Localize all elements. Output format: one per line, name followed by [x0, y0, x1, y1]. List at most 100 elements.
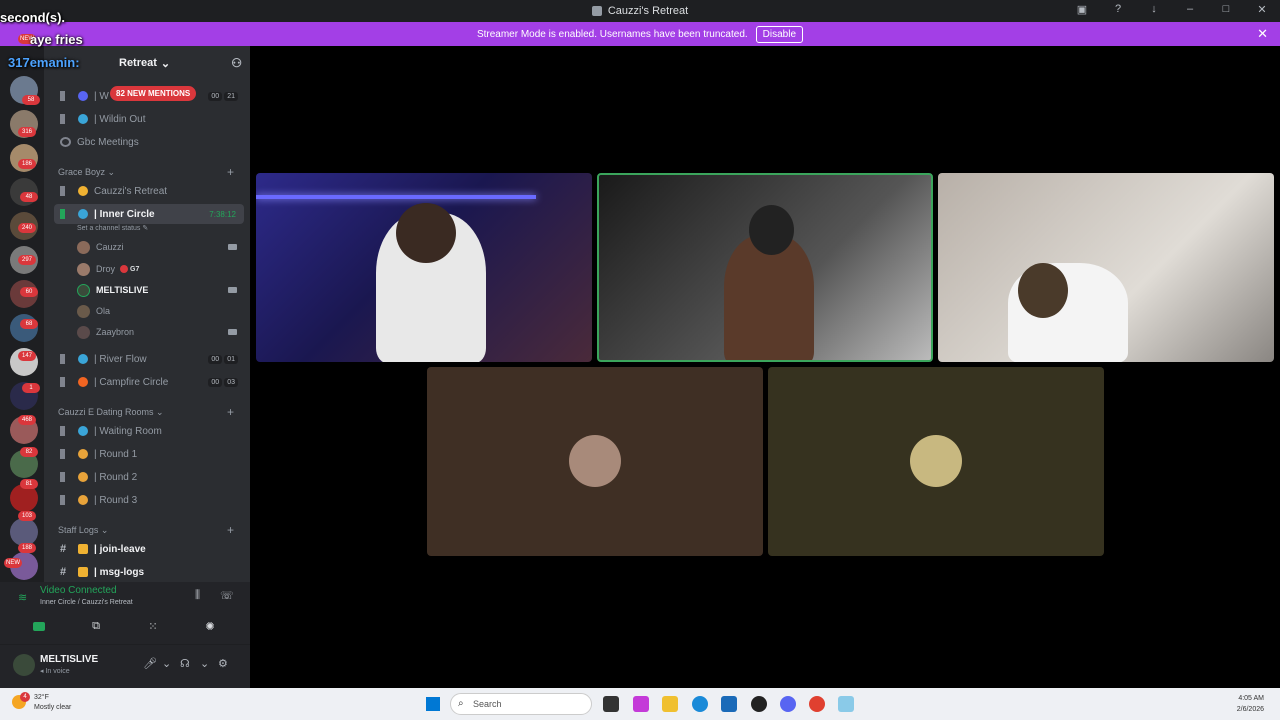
video-tile[interactable] [256, 173, 592, 362]
voice-channel[interactable]: | River Flow 00 01 [54, 349, 244, 369]
voice-member[interactable]: Ola [77, 302, 237, 320]
maximize-button[interactable]: □ [1218, 3, 1234, 16]
microphone-icon[interactable]: 🎤︎ [143, 657, 157, 670]
voice-channel[interactable]: Cauzzi's Retreat [54, 181, 244, 201]
add-channel-icon[interactable]: + [227, 405, 234, 419]
user-status-text: In voice [45, 668, 70, 675]
voice-channel[interactable]: | Campfire Circle 00 03 [54, 372, 244, 392]
voice-member[interactable]: Cauzzi [77, 238, 237, 256]
search-placeholder: Search [473, 699, 502, 709]
minimize-button[interactable]: – [1182, 3, 1198, 16]
chevron-down-icon[interactable]: ⌄ [200, 657, 209, 670]
hash-icon: # [60, 566, 67, 578]
close-button[interactable]: ✕ [1254, 3, 1270, 16]
voice-channel[interactable]: Gbc Meetings [54, 132, 244, 152]
rail-badge: 468 [18, 415, 36, 425]
discord-taskbar-icon[interactable] [780, 696, 796, 712]
activities-button[interactable]: ⁙ [130, 616, 176, 636]
avatar [77, 304, 90, 318]
count-limit: 03 [224, 377, 238, 387]
streamer-mode-banner: Streamer Mode is enabled. Usernames have… [0, 22, 1280, 46]
voice-channel[interactable]: | Waiting Room [54, 421, 244, 441]
status-icon [120, 265, 129, 273]
edge-icon[interactable] [692, 696, 708, 712]
weather-badge: 4 [20, 692, 30, 702]
screenshare-button[interactable]: ⧉ [73, 616, 119, 636]
disable-button[interactable]: Disable [755, 25, 804, 43]
user-name[interactable]: MELTISLIVE [40, 654, 98, 665]
chrome-icon[interactable] [809, 696, 825, 712]
audio-tile[interactable] [768, 367, 1104, 556]
voice-channel[interactable]: | Round 1 [54, 444, 244, 464]
channel-emoji-icon [78, 91, 88, 101]
channel-name: Gbc Meetings [77, 136, 139, 148]
video-tile-speaking[interactable] [597, 173, 933, 362]
disconnect-icon[interactable]: ☏ [220, 589, 234, 602]
text-channel[interactable]: # | msg-logs [54, 562, 244, 582]
taskbar-search[interactable]: ⌕ Search [450, 693, 592, 715]
discord-icon [591, 6, 602, 16]
channel-emoji-icon [78, 209, 88, 219]
voice-status[interactable]: Video Connected [40, 585, 117, 596]
text-channel[interactable]: # | join-leave [54, 539, 244, 559]
chevron-down-icon[interactable]: ⌄ [162, 657, 171, 670]
help-icon[interactable]: ? [1110, 3, 1126, 16]
title-bar-controls: ▣ ? ↓ – □ ✕ [1074, 3, 1270, 16]
add-channel-icon[interactable]: + [227, 165, 234, 179]
avatar [569, 435, 621, 487]
category-header[interactable]: Staff Logs ⌄ + [58, 523, 238, 539]
category-header[interactable]: Grace Boyz ⌄ + [58, 165, 238, 181]
obs-icon[interactable] [751, 696, 767, 712]
rail-badge: 60 [20, 287, 38, 297]
overlay-line-1: second(s). [0, 10, 66, 25]
chevron-down-icon: ⌄ [160, 57, 171, 70]
category-header[interactable]: Cauzzi E Dating Rooms ⌄ + [58, 405, 238, 421]
gear-icon[interactable]: ⚙ [218, 657, 228, 670]
channel-name: | Campfire Circle [94, 376, 169, 388]
task-view-icon[interactable] [603, 696, 619, 712]
close-icon[interactable]: ✕ [1257, 26, 1268, 42]
voice-member[interactable]: MELTISLIVE [77, 281, 237, 299]
voice-channel[interactable]: | Wildin Out [54, 109, 244, 129]
file-explorer-icon[interactable] [662, 696, 678, 712]
member-name: Zaaybron [96, 327, 135, 337]
copilot-icon[interactable] [633, 696, 649, 712]
add-member-icon[interactable]: ⚇ [231, 56, 242, 70]
speaker-icon [60, 91, 72, 101]
soundboard-button[interactable]: ✺ [187, 616, 233, 636]
category-name: Grace Boyz [58, 167, 106, 177]
store-icon[interactable] [721, 696, 737, 712]
system-clock[interactable]: 4:05 AM 2/6/2026 [1237, 693, 1264, 715]
channel-name: | Wildin Out [94, 113, 146, 125]
stage-icon [60, 137, 71, 147]
weather-widget[interactable]: 32°F Mostly clear [34, 693, 71, 713]
voice-channel[interactable]: | Round 3 [54, 490, 244, 510]
rail-badge: 188 [18, 543, 36, 553]
voice-channel-path[interactable]: Inner Circle / Cauzzi's Retreat [40, 599, 133, 606]
noise-suppression-icon[interactable]: ⫼ [195, 589, 200, 602]
headphones-icon[interactable]: ☊ [180, 657, 190, 670]
add-channel-icon[interactable]: + [227, 523, 234, 537]
voice-channel-active[interactable]: | Inner Circle 7:38:12 [54, 204, 244, 224]
camera-button[interactable] [16, 616, 62, 636]
channel-name: | join-leave [94, 543, 146, 555]
voice-member[interactable]: Zaaybron [77, 323, 237, 341]
windows-start-icon[interactable] [426, 697, 440, 711]
avatar [77, 325, 90, 339]
new-mentions-pill[interactable]: 82 NEW MENTIONS [110, 86, 197, 101]
server-icon[interactable] [10, 518, 38, 546]
weather-desc: Mostly clear [34, 704, 72, 711]
avatar[interactable] [13, 654, 35, 676]
inbox-icon[interactable]: ▣ [1074, 3, 1090, 16]
set-status-hint[interactable]: Set a channel status ✎ [77, 224, 148, 232]
download-icon[interactable]: ↓ [1146, 3, 1162, 16]
crown-icon [78, 186, 88, 196]
medal-icon [78, 495, 88, 505]
channel-name: | Round 2 [94, 471, 138, 483]
overlay-line-2: aye fries [30, 32, 83, 47]
voice-channel[interactable]: | Round 2 [54, 467, 244, 487]
video-tile[interactable] [938, 173, 1274, 362]
app-icon[interactable] [838, 696, 854, 712]
voice-member[interactable]: Droy G7 [77, 260, 237, 278]
audio-tile[interactable] [427, 367, 763, 556]
